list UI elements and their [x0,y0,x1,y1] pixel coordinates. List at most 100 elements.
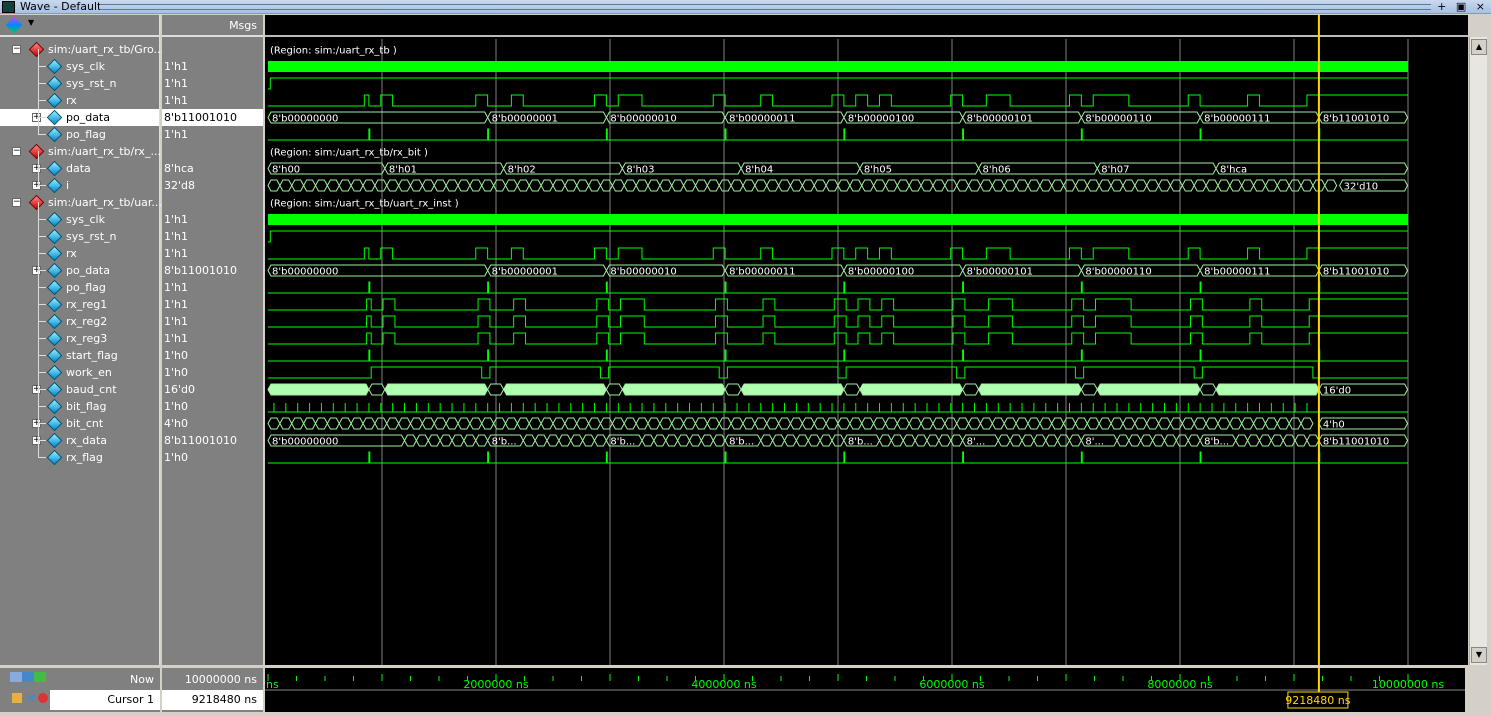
bus-segment [683,417,697,430]
bus-segment [314,417,328,430]
tree-line [38,202,46,220]
scroll-up-button[interactable]: ▲ [1471,39,1487,55]
signal-row-simuart_rx_tbGro[interactable]: − sim:/uart_rx_tb/Gro... [0,41,164,58]
bus-segment [1015,179,1029,192]
signal-row-simuart_rx_tbrx_[interactable]: − sim:/uart_rx_tb/rx_... [0,143,161,160]
signal-value-text: 8'b11001010 [164,264,237,277]
bus-segment [291,417,305,430]
tree-line [38,66,46,84]
bus-segment [1199,383,1217,396]
bus-segment [1193,179,1207,192]
remove-cursor-icon[interactable] [38,693,48,703]
bus-label: 8'b00000110 [1085,114,1151,125]
window-controls[interactable]: + ▣ × [1437,0,1488,13]
bus-segment [825,417,839,430]
signal-row-sys_clk[interactable]: sys_clk [0,202,159,228]
bus-label: 8'hca [1220,165,1247,176]
signal-row-rx_reg2[interactable]: rx_reg2 [0,304,159,330]
bus-segment [338,417,352,430]
bus-segment [576,417,590,430]
signal-row-po_flag[interactable]: po_flag [0,270,159,296]
signal-row-sys_rst_n[interactable]: sys_rst_n [0,66,159,92]
signal-names-pane[interactable]: ▼ − sim:/uart_rx_tb/Gro... sys_clk sys_rst_… [0,15,164,665]
signal-row-simuart_rx_tbuar[interactable]: − sim:/uart_rx_tb/uar... [0,194,162,211]
bus-segment [1116,434,1130,447]
signal-value: 1'h1 [162,126,263,143]
signal-row-work_en[interactable]: work_en [0,355,159,381]
bus-label: 8'h03 [626,165,654,176]
signal-row-po_data[interactable]: + po_data [0,253,159,279]
collapse-icon[interactable]: − [12,198,21,207]
signal-row-sys_clk[interactable]: sys_clk [0,49,159,75]
signal-row-i[interactable]: + i [0,168,159,194]
cursor-name[interactable]: Cursor 1 [50,690,160,710]
bus-label: 8'b00000101 [967,267,1033,278]
signal-name: po_data [66,111,110,124]
waveform-canvas[interactable]: (Region: sim:/uart_rx_tb ) 8'b00000000 8'b… [265,15,1468,665]
bit-trace [268,366,1408,379]
bus-segment [611,417,625,430]
signal-row-sys_rst_n[interactable]: sys_rst_n [0,219,159,245]
bus-segment [1205,417,1219,430]
bus-label: 8'b00000010 [610,114,676,125]
signal-row-rx_flag[interactable]: rx_flag [0,440,159,466]
bus-segment [1193,417,1207,430]
signal-row-data[interactable]: + data [0,151,159,177]
bus-segment [374,417,388,430]
bus-segment [1276,179,1290,192]
bus-label: 8'b... [848,437,873,448]
bus-segment [326,417,340,430]
signal-value: 1'h1 [162,296,263,313]
bus-segment [522,434,536,447]
signal-row-bit_flag[interactable]: bit_flag [0,389,159,415]
signal-row-rx_reg1[interactable]: rx_reg1 [0,287,159,313]
signal-row-bit_cnt[interactable]: + bit_cnt [0,406,159,432]
signal-value-text: 8'b11001010 [164,111,237,124]
wrench-icon[interactable]: ⚒ [26,692,36,705]
waveform-pane[interactable]: (Region: sim:/uart_rx_tb ) 8'b00000000 8'b… [265,15,1468,665]
bus-segment [789,179,803,192]
bus-label: 8'b00000000 [272,267,338,278]
signal-value-text: 1'h1 [164,247,188,260]
signal-row-rx[interactable]: rx [0,83,159,109]
bus-segment [621,383,726,396]
bus-segment [1324,179,1338,192]
bus-segment [1276,417,1290,430]
signal-name: po_flag [66,128,106,141]
signal-icon [46,381,63,398]
collapse-icon[interactable]: − [12,45,21,54]
timeline-ruler[interactable]: ns 2000000 ns 4000000 ns 6000000 ns 8000000 … [265,668,1465,712]
signal-row-start_flag[interactable]: start_flag [0,338,159,364]
signal-row-baud_cnt[interactable]: + baud_cnt [0,372,159,398]
signal-row-po_flag[interactable]: po_flag [0,117,159,143]
signal-row-rx_reg3[interactable]: rx_reg3 [0,321,159,347]
bus-segment [588,179,602,192]
signal-value-text: 16'd0 [164,383,196,396]
signal-value: 1'h1 [162,211,263,228]
signal-name: po_data [66,264,110,277]
bus-segment [932,417,946,430]
title-drag-handle[interactable] [100,4,1431,10]
lock-icon[interactable] [12,693,22,703]
chevron-down-icon[interactable]: ▼ [28,18,34,27]
vertical-scrollbar[interactable]: ▲ ▼ [1469,37,1487,665]
signal-row-po_data[interactable]: + po_data [0,100,159,126]
signal-row-rx[interactable]: rx [0,236,159,262]
bus-segment [1258,434,1272,447]
tree-line [38,168,46,186]
bus-segment [730,179,744,192]
bus-segment [398,179,412,192]
collapse-icon[interactable]: − [12,147,21,156]
bus-segment [688,434,702,447]
now-icons[interactable] [10,672,46,682]
bus-segment [665,434,679,447]
signal-value: 1'h1 [162,279,263,296]
bus-segment [1039,417,1053,430]
bus-segment [1181,417,1195,430]
signal-row-rx_data[interactable]: + rx_data [0,423,159,449]
scroll-down-button[interactable]: ▼ [1471,647,1487,663]
tree-line [38,355,46,373]
wave-layout-icon[interactable] [5,16,23,34]
bus-segment [374,179,388,192]
signal-icon [46,58,63,75]
